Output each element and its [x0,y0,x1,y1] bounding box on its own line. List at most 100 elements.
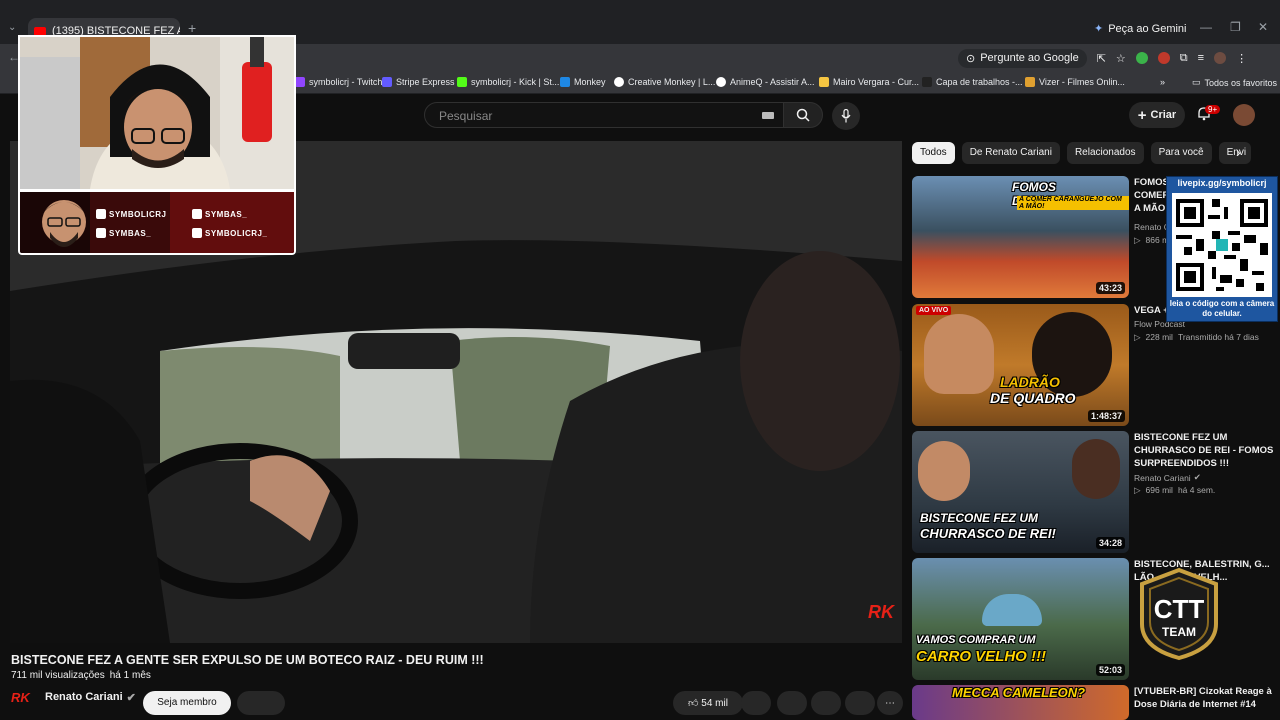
all-bookmarks-button[interactable]: ▭ Todos os favoritos [1192,77,1277,88]
chip-uploaded[interactable]: Envi [1218,142,1251,164]
thumbnail-caption: LADRÃO [1000,374,1060,390]
play-icon: ▷ [1134,332,1141,342]
extension-red-icon[interactable] [1157,52,1170,64]
recommendation-item[interactable]: MECCA CAMELEON? [VTUBER-BR] Cizokat Reag… [912,685,1272,720]
social-panel-background [20,192,294,253]
globe-icon [716,77,726,87]
age: Transmitido há 7 dias [1177,332,1259,342]
video-thumbnail[interactable]: FOMOS DESAFIADOS A COMER CARANGUEJO COM … [912,176,1129,298]
bookmark-label: Stripe Express [396,77,455,87]
video-stats: ▷ 866 m [1134,235,1169,246]
twitch-handle-text: SYMBOLICRJ [109,209,167,219]
thumbnail-person [918,441,970,501]
filter-chips: Todos De Renato Cariani Relacionados Par… [912,142,1251,164]
bookmark-favicon-icon [922,77,932,87]
thumbnail-subcaption: CARRO VELHO !!! [916,648,1046,665]
livepix-qr-panel: livepix.gg/symbolicrj leia o código com … [1166,176,1278,322]
social-links-panel: SYMBOLICRJ SYMBAS_ SYMBAS_ SYMBOLICRJ_ [18,190,296,255]
chip-related[interactable]: Relacionados [1066,142,1144,164]
youtube-handle-text: SYMBAS_ [109,228,152,238]
thumbnail-car [982,594,1042,626]
channel-avatar[interactable]: RK [11,690,37,710]
video-thumbnail[interactable]: MECCA CAMELEON? [912,685,1129,720]
gemini-button[interactable]: ✦ Peça ao Gemini [1094,22,1187,36]
recommendation-item[interactable]: BISTECONE FEZ UM CHURRASCO DE REI! 34:28… [912,431,1273,553]
bookmark-item[interactable]: Vizer - Filmes Onlin... [1025,77,1125,87]
dislike-button[interactable] [741,691,771,715]
bookmark-item[interactable]: Capa de trabalhos -... [922,77,1023,87]
keyboard-icon[interactable] [762,112,774,119]
youtube-handle: SYMBAS_ [96,228,151,238]
voice-search-button[interactable] [832,102,860,130]
tiktok-handle-text: SYMBAS_ [205,209,248,219]
bookmark-label: Monkey [574,77,606,87]
video-thumbnail[interactable]: BISTECONE FEZ UM CHURRASCO DE REI! 34:28 [912,431,1129,553]
tiktok-icon [192,209,202,219]
save-button[interactable] [845,691,875,715]
recommendation-item[interactable]: AO VIVO LADRÃO DE QUADRO 1:48:37 VEGA + … [912,304,1272,426]
qr-footer: leia o código com a câmera do celular. [1169,299,1275,318]
share-button[interactable] [777,691,807,715]
bookmark-item[interactable]: Creative Monkey | L... [614,77,715,87]
thumbnail-subcaption: DE QUADRO [990,390,1076,406]
search-button[interactable] [783,102,823,128]
omnibox-actions: ⊙ Pergunte ao Google ⇱ ☆ ⧉ ≡ ⋮ [958,48,1247,68]
chrome-menu-icon[interactable]: ⋮ [1236,52,1247,65]
instagram-handle-text: SYMBOLICRJ_ [205,228,268,238]
folder-icon: ▭ [1192,77,1201,87]
close-window-icon[interactable]: ✕ [1258,20,1268,34]
upload-age: há 1 mês [109,670,151,681]
channel-name: Renato Cariani [45,691,123,703]
create-button[interactable]: + Criar [1129,102,1185,128]
video-duration: 34:28 [1095,537,1125,549]
more-bookmarks-icon[interactable]: » [1160,77,1165,87]
video-thumbnail[interactable]: VAMOS COMPRAR UM CARRO VELHO !!! 52:03 [912,558,1129,680]
thumbnail-person [924,314,994,394]
video-duration: 43:23 [1095,282,1125,294]
bookmark-item[interactable]: symbolicrj - Twitch [295,77,382,87]
qr-header: livepix.gg/symbolicrj [1177,178,1267,188]
bookmark-item[interactable]: symbolicrj - Kick | St... [457,77,559,87]
extension-green-icon[interactable] [1135,52,1148,64]
install-app-icon[interactable]: ⇱ [1097,52,1106,65]
bookmark-item[interactable]: Stripe Express [382,77,455,87]
video-metadata: 711 mil visualizações há 1 mês [11,670,151,681]
ask-google-label: Pergunte ao Google [980,52,1079,64]
profile-avatar[interactable] [1214,52,1227,64]
video-thumbnail[interactable]: AO VIVO LADRÃO DE QUADRO 1:48:37 [912,304,1129,426]
account-avatar[interactable] [1233,104,1255,126]
chevron-right-icon[interactable]: › [1236,144,1241,160]
bookmark-label: Creative Monkey | L... [628,77,716,87]
like-button[interactable]: 👍︎ 54 mil [673,691,743,715]
minimize-icon[interactable]: — [1200,20,1212,34]
bookmark-label: AnimeQ - Assistir A... [730,77,815,87]
thumbs-up-icon: 👍︎ [688,698,702,709]
channel-name-link[interactable]: Renato Cariani ✔ [45,691,136,704]
gemini-icon: ✦ [1094,23,1104,35]
chip-for-you[interactable]: Para você [1150,142,1212,164]
clip-button[interactable] [811,691,841,715]
video-duration: 52:03 [1095,664,1125,676]
bookmark-star-icon[interactable]: ☆ [1116,52,1126,65]
bookmark-favicon-icon [1025,77,1035,87]
maximize-icon[interactable]: ❐ [1230,20,1241,34]
play-icon: ▷ [1134,235,1141,245]
join-member-button[interactable]: Seja membro [143,691,231,715]
bookmark-item[interactable]: Monkey [560,77,606,87]
new-tab-icon[interactable]: + [188,20,196,36]
video-duration: 1:48:37 [1087,410,1125,422]
chip-channel[interactable]: De Renato Cariani [961,142,1060,164]
ask-google-button[interactable]: ⊙ Pergunte ao Google [958,48,1087,68]
search-input[interactable]: Pesquisar [424,102,784,128]
chip-all[interactable]: Todos [912,142,955,164]
google-lens-icon: ⊙ [966,52,976,65]
extensions-puzzle-icon[interactable]: ⧉ [1180,52,1188,65]
bookmark-item[interactable]: AnimeQ - Assistir A... [716,77,815,87]
tab-search-icon[interactable]: ⌄ [8,22,16,33]
more-actions-icon[interactable]: ⋯ [877,691,903,715]
all-bookmarks-label: Todos os favoritos [1204,77,1278,88]
gemini-label: Peça ao Gemini [1108,22,1187,35]
media-controls-icon[interactable]: ≡ [1198,52,1204,64]
notification-bell-dropdown[interactable] [237,691,285,715]
bookmark-item[interactable]: Mairo Vergara - Cur... [819,77,919,87]
